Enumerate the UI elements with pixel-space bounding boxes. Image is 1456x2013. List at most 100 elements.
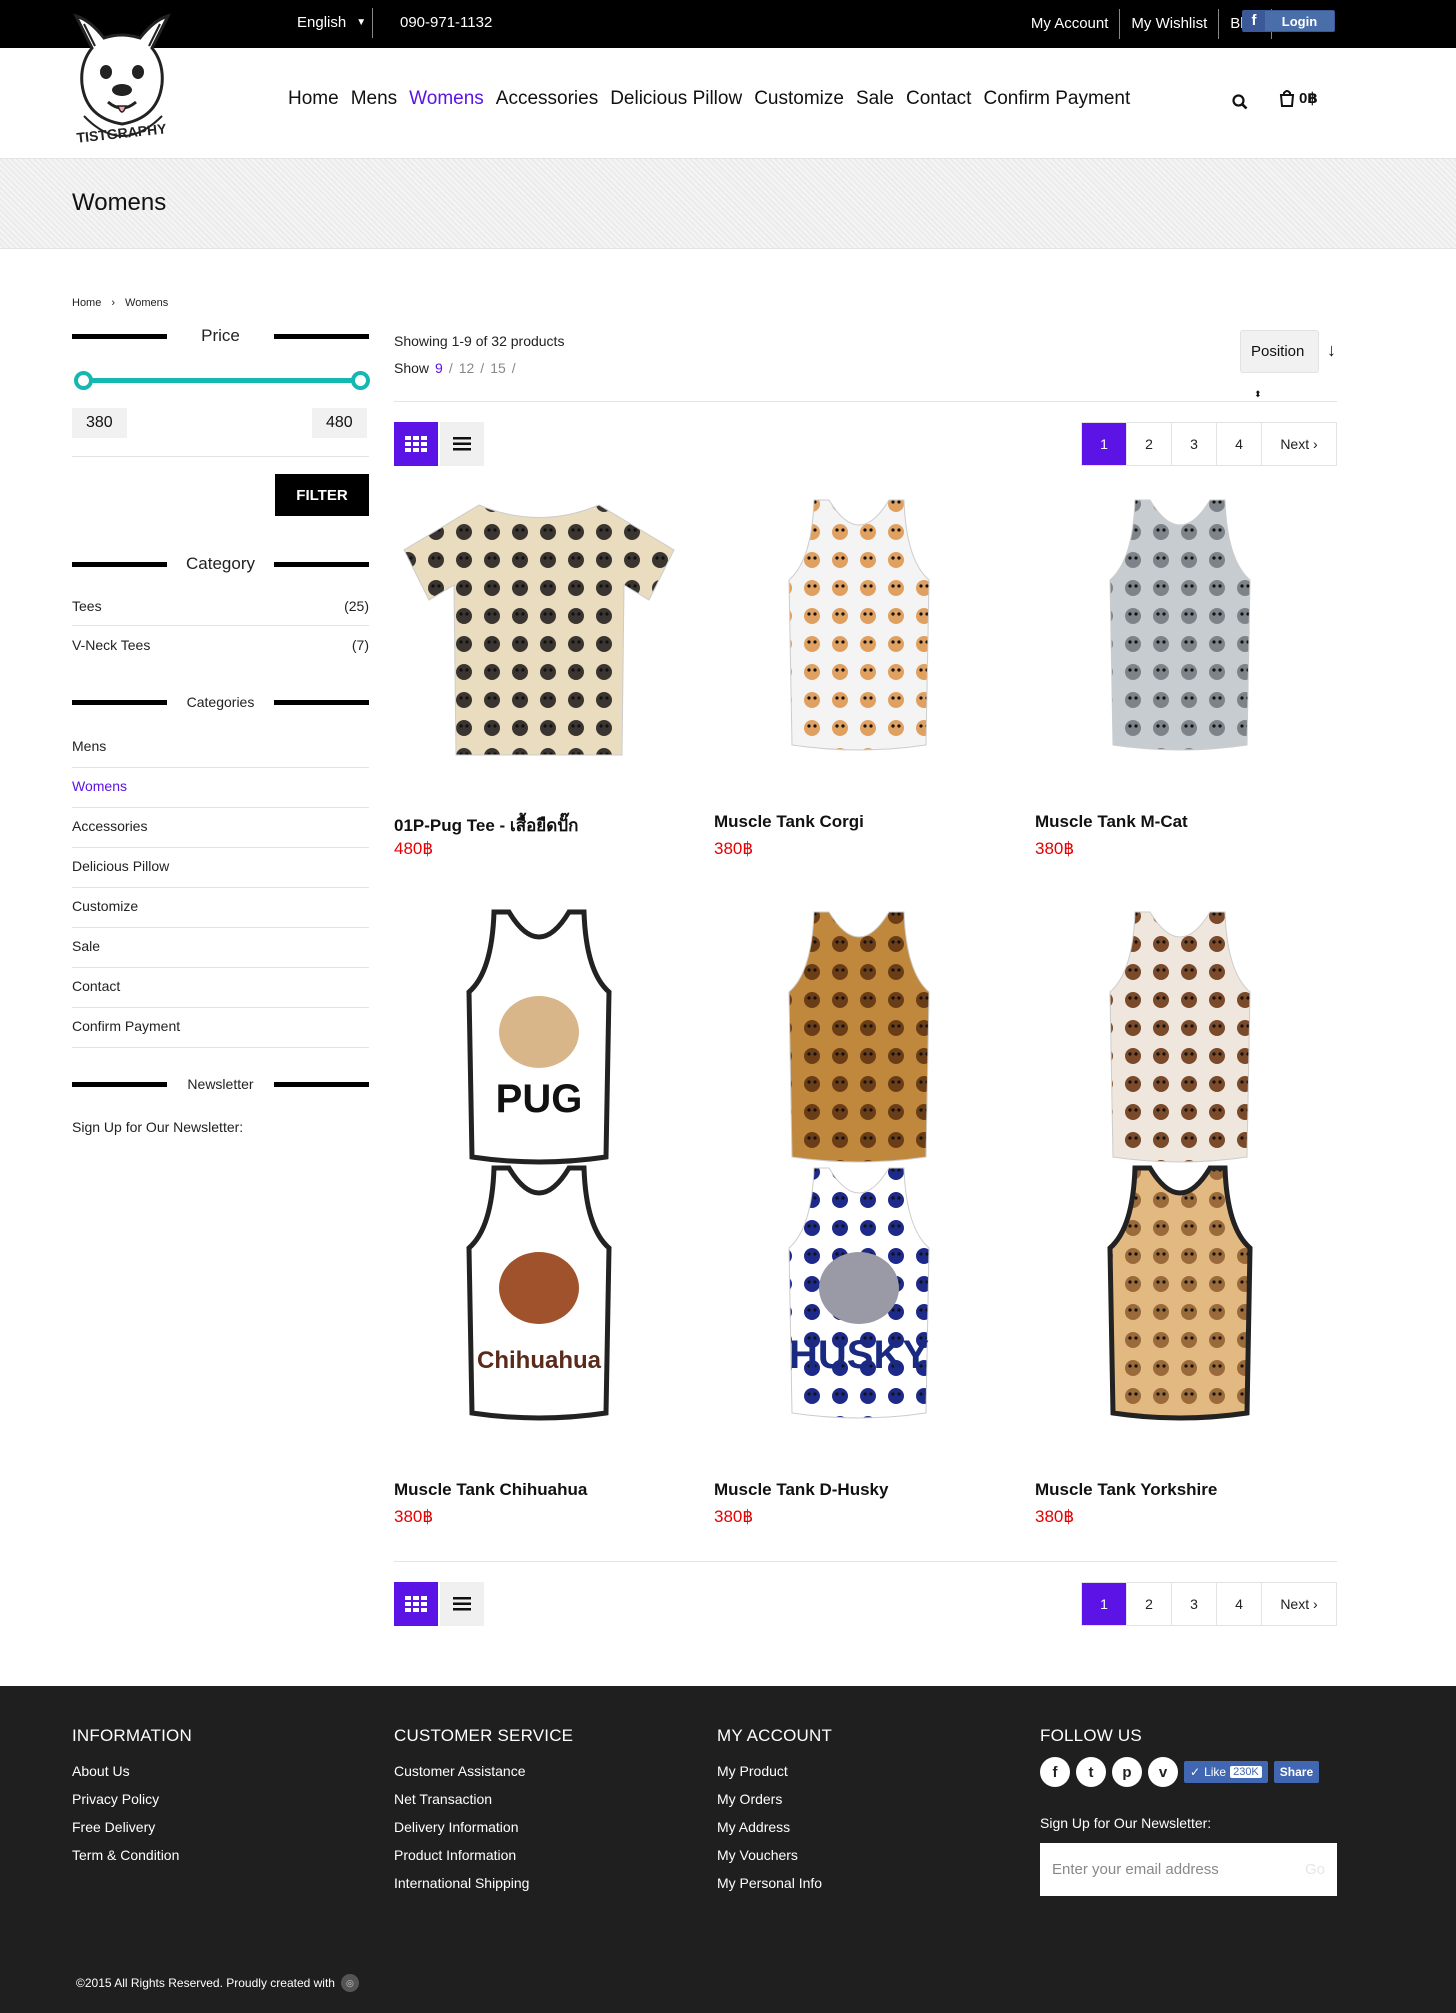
language-selector[interactable]: English ▼ (297, 14, 366, 31)
footer-link[interactable]: Net Transaction (394, 1785, 573, 1813)
product-name[interactable]: Muscle Tank Chihuahua (394, 1480, 587, 1500)
next-page-button[interactable]: Next › (1262, 1583, 1336, 1625)
product-image[interactable]: Chihuahua (394, 1158, 684, 1438)
footer-link[interactable]: My Address (717, 1813, 832, 1841)
product-name[interactable]: 01P-Pug Tee - เสื้อยืดปั๊ก (394, 812, 578, 839)
grid-view-button[interactable] (394, 1582, 438, 1626)
my-account-link[interactable]: My Account (1020, 9, 1121, 39)
footer-link[interactable]: My Orders (717, 1785, 832, 1813)
search-icon[interactable] (1232, 94, 1248, 110)
product-image[interactable] (714, 902, 1004, 1182)
product-image[interactable]: HUSKY (714, 1158, 1004, 1438)
product-image[interactable] (1035, 902, 1325, 1182)
product-price: 480฿ (394, 839, 434, 858)
price-range-slider[interactable] (74, 370, 370, 390)
footer-heading: MY ACCOUNT (717, 1726, 833, 1745)
go-button[interactable]: Go (1305, 1861, 1325, 1878)
list-view-button[interactable] (440, 1582, 484, 1626)
vimeo-icon[interactable]: v (1148, 1757, 1178, 1787)
page-1-button[interactable]: 1 (1082, 423, 1127, 465)
page-3-button[interactable]: 3 (1172, 1583, 1217, 1625)
nav-customize[interactable]: Customize (754, 88, 844, 110)
my-wishlist-link[interactable]: My Wishlist (1120, 9, 1220, 39)
footer-link[interactable]: International Shipping (394, 1869, 573, 1897)
pinterest-icon[interactable]: p (1112, 1757, 1142, 1787)
product-name[interactable]: Muscle Tank Yorkshire (1035, 1480, 1217, 1500)
nav-mens[interactable]: Mens (351, 88, 397, 110)
sidebar-category-womens[interactable]: Womens (72, 778, 369, 808)
social-icons: f t p v ✓ Like 230K Share (1040, 1757, 1337, 1787)
nav-home[interactable]: Home (288, 88, 339, 110)
nav-womens[interactable]: Womens (409, 88, 484, 110)
like-label: Like (1204, 1765, 1227, 1779)
footer-link[interactable]: Free Delivery (72, 1813, 192, 1841)
footer: INFORMATION About Us Privacy Policy Free… (0, 1686, 1456, 2013)
slider-handle-min[interactable] (74, 371, 93, 390)
email-placeholder: Enter your email address (1052, 1861, 1219, 1878)
show-option-12[interactable]: 12 (459, 360, 475, 376)
page-3-button[interactable]: 3 (1172, 423, 1217, 465)
language-label: English (297, 14, 347, 31)
site-logo[interactable]: TISTGRAPHY (62, 8, 182, 148)
facebook-share-button[interactable]: Share (1273, 1761, 1320, 1783)
filter-button[interactable]: FILTER (275, 474, 369, 516)
sidebar-category-contact[interactable]: Contact (72, 978, 369, 1008)
sidebar-category-customize[interactable]: Customize (72, 898, 369, 928)
sidebar-category-mens[interactable]: Mens (72, 738, 369, 768)
cart-button[interactable]: 0฿ (1279, 89, 1318, 107)
copyright: ©2015 All Rights Reserved. Proudly creat… (76, 1974, 359, 1992)
show-option-9[interactable]: 9 (435, 360, 443, 376)
product-image[interactable] (1035, 1158, 1325, 1438)
facebook-login-button[interactable]: f Login (1242, 10, 1335, 32)
category-item-tees[interactable]: Tees (25) (72, 598, 369, 614)
category-item-v-neck-tees[interactable]: V-Neck Tees (7) (72, 637, 369, 653)
newsletter-email-input[interactable]: Enter your email address Go (1040, 1843, 1337, 1896)
footer-link[interactable]: Privacy Policy (72, 1785, 192, 1813)
footer-link[interactable]: My Product (717, 1757, 832, 1785)
slider-handle-max[interactable] (351, 371, 370, 390)
footer-link[interactable]: Product Information (394, 1841, 573, 1869)
facebook-icon[interactable]: f (1040, 1757, 1070, 1787)
product-image[interactable]: PUG (394, 902, 684, 1182)
footer-link[interactable]: About Us (72, 1757, 192, 1785)
facebook-like-button[interactable]: ✓ Like 230K (1184, 1761, 1268, 1783)
product-name[interactable]: Muscle Tank D-Husky (714, 1480, 888, 1500)
nav-delicious-pillow[interactable]: Delicious Pillow (610, 88, 742, 110)
page-4-button[interactable]: 4 (1217, 423, 1262, 465)
nav-sale[interactable]: Sale (856, 88, 894, 110)
footer-link[interactable]: Delivery Information (394, 1813, 573, 1841)
next-page-button[interactable]: Next › (1262, 423, 1336, 465)
price-min-input[interactable]: 380 (72, 408, 127, 438)
footer-link[interactable]: My Vouchers (717, 1841, 832, 1869)
footer-link[interactable]: Customer Assistance (394, 1757, 573, 1785)
footer-link[interactable]: My Personal Info (717, 1869, 832, 1897)
nav-accessories[interactable]: Accessories (496, 88, 598, 110)
footer-link[interactable]: Term & Condition (72, 1841, 192, 1869)
sidebar-category-confirm-payment[interactable]: Confirm Payment (72, 1018, 369, 1048)
page-4-button[interactable]: 4 (1217, 1583, 1262, 1625)
grid-view-button[interactable] (394, 422, 438, 466)
price-max-input[interactable]: 480 (312, 408, 367, 438)
show-option-15[interactable]: 15 (490, 360, 506, 376)
page-2-button[interactable]: 2 (1127, 1583, 1172, 1625)
sort-select[interactable]: Position ⬍ (1240, 330, 1319, 399)
product-image[interactable] (714, 490, 1004, 770)
page-1-button[interactable]: 1 (1082, 1583, 1127, 1625)
product-image[interactable] (1035, 490, 1325, 770)
facebook-login-label: Login (1281, 13, 1318, 29)
sidebar-category-delicious-pillow[interactable]: Delicious Pillow (72, 858, 369, 888)
page-2-button[interactable]: 2 (1127, 423, 1172, 465)
sort-direction-icon[interactable]: ↓ (1327, 340, 1336, 361)
nav-confirm-payment[interactable]: Confirm Payment (983, 88, 1130, 110)
pagination-top: 1 2 3 4 Next › (1081, 422, 1337, 466)
breadcrumb-home[interactable]: Home (72, 297, 101, 309)
product-name[interactable]: Muscle Tank Corgi (714, 812, 864, 832)
nav-contact[interactable]: Contact (906, 88, 971, 110)
product-image[interactable] (394, 490, 684, 770)
twitter-icon[interactable]: t (1076, 1757, 1106, 1787)
product-name[interactable]: Muscle Tank M-Cat (1035, 812, 1188, 832)
sidebar-category-accessories[interactable]: Accessories (72, 818, 369, 848)
creator-logo-icon[interactable]: ◎ (340, 1974, 359, 1992)
list-view-button[interactable] (440, 422, 484, 466)
sidebar-category-sale[interactable]: Sale (72, 938, 369, 968)
